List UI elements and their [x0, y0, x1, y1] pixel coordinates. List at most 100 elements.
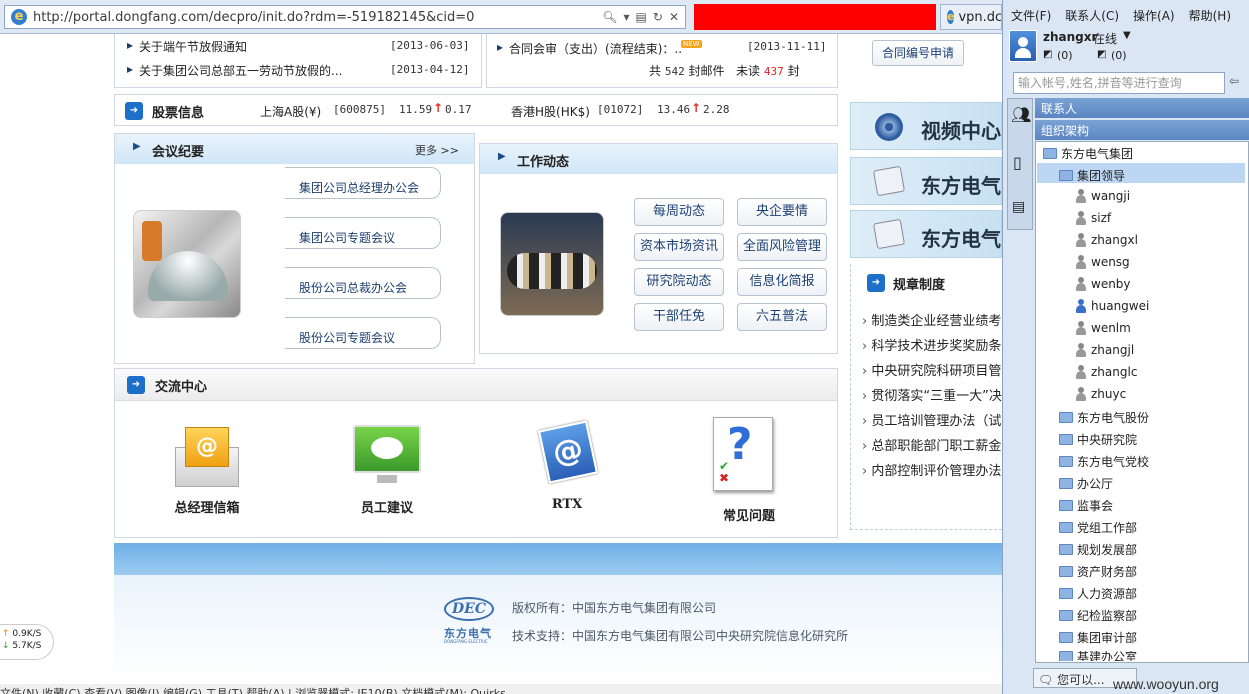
notice-date: [2013-04-12] — [390, 63, 470, 76]
exchange-label[interactable]: 常见问题 — [697, 505, 801, 524]
monitor-chat-icon[interactable] — [353, 425, 421, 487]
tab-meeting-3[interactable]: 股份公司专题会议 — [285, 317, 441, 349]
work-button-7[interactable]: 六五普法 — [737, 303, 827, 331]
browser-toolbar: e http://portal.dongfang.com/decpro/init… — [0, 0, 1002, 34]
work-button-0[interactable]: 每周动态 — [634, 198, 724, 226]
tree-person[interactable]: zhangxl — [1075, 233, 1138, 247]
tree-person-online[interactable]: huangwei — [1075, 299, 1149, 313]
group-tab-icon[interactable]: ▤ — [1012, 199, 1025, 215]
stock-h-label: 香港H股(HK$) — [511, 105, 590, 119]
tree-person[interactable]: wensg — [1075, 255, 1130, 269]
exchange-label[interactable]: 员工建议 — [335, 497, 439, 516]
work-button-6[interactable]: 干部任免 — [634, 303, 724, 331]
search-arrow-icon[interactable]: ⇦ — [1229, 74, 1239, 88]
avatar[interactable] — [1009, 30, 1037, 62]
tree-group[interactable]: 人力资源部 — [1059, 585, 1137, 602]
work-button-4[interactable]: 研究院动态 — [634, 268, 724, 296]
chevron-down-icon[interactable]: ▾ — [624, 10, 630, 24]
tab-meeting-1[interactable]: 集团公司专题会议 — [285, 217, 441, 249]
notice-date: [2013-06-03] — [390, 39, 470, 52]
mail-item[interactable]: ▸ 合同会审（支出）(流程结束)：.. — [497, 40, 682, 57]
tree-group[interactable]: 东方电气股份 — [1059, 409, 1149, 426]
tree-group[interactable]: 规划发展部 — [1059, 541, 1137, 558]
rule-link[interactable]: 总部职能部门职工薪金管 — [862, 435, 1002, 454]
tree-group[interactable]: 中央研究院 — [1059, 431, 1137, 448]
work-button-1[interactable]: 央企要情 — [737, 198, 827, 226]
browser-tab-vpn[interactable]: e vpn.dc — [940, 4, 1002, 30]
online-status[interactable]: 在线 — [1093, 30, 1117, 47]
work-button-5[interactable]: 信息化简报 — [737, 268, 827, 296]
rtx-icon[interactable]: @ — [537, 419, 599, 485]
rule-link[interactable]: 员工培训管理办法（试行 — [862, 410, 1002, 429]
tree-person[interactable]: zhanglc — [1075, 365, 1137, 379]
tree-group[interactable]: 集团审计部 — [1059, 629, 1137, 646]
contract-number-button[interactable]: 合同编号申请 — [872, 40, 964, 66]
tree-group[interactable]: 党组工作部 — [1059, 519, 1137, 536]
tree-person[interactable]: zhuyc — [1075, 387, 1126, 401]
address-bar[interactable]: e http://portal.dongfang.com/decpro/init… — [4, 5, 686, 29]
speed-widget[interactable]: ↑ 0.9K/S ↓ 5.7K/S — [0, 624, 54, 660]
search-icon[interactable]: 🔍︎ — [602, 10, 617, 24]
url-text[interactable]: http://portal.dongfang.com/decpro/init.d… — [33, 10, 474, 25]
redacted-tab[interactable] — [694, 4, 936, 30]
mobile-tab-icon[interactable]: ▯ — [1013, 153, 1022, 172]
compat-icon[interactable]: ▤ — [636, 10, 647, 24]
tree-person[interactable]: sizf — [1075, 211, 1111, 225]
work-button-3[interactable]: 全面风险管理 — [737, 233, 827, 261]
rule-link[interactable]: 科学技术进步奖奖励条例 — [862, 335, 1002, 354]
mail-unread: 437 — [763, 65, 784, 78]
up-arrow-icon: ↑ — [691, 101, 702, 115]
tree-group[interactable]: 资产财务部 — [1059, 563, 1137, 580]
side-tabs: 👥︎ ▯ ▤ — [1007, 98, 1033, 230]
org-header[interactable]: 组织架构 — [1035, 120, 1249, 140]
notice-title[interactable]: 关于集团公司总部五一劳动节放假的... — [139, 62, 342, 79]
question-doc-icon[interactable]: ? ✔ ✖ — [713, 417, 773, 493]
notice-item[interactable]: ▸ 关于端午节放假通知 — [127, 38, 247, 55]
message-count: (0) — [1057, 49, 1073, 62]
video-center-banner[interactable]: 视频中心 — [850, 102, 1002, 150]
work-button-2[interactable]: 资本市场资讯 — [634, 233, 724, 261]
mail-summary-label: 封 — [787, 64, 800, 78]
more-link[interactable]: 更多 >> — [415, 142, 459, 158]
tree-root[interactable]: 东方电气集团 — [1043, 145, 1133, 162]
stop-icon[interactable]: ✕ — [669, 10, 679, 24]
tree-person[interactable]: wangji — [1075, 189, 1130, 203]
contacts-header[interactable]: 联系人 — [1035, 98, 1249, 118]
menu-file[interactable]: 文件(F) — [1011, 7, 1051, 24]
tab-meeting-0[interactable]: 集团公司总经理办公会 — [285, 167, 441, 199]
menu-help[interactable]: 帮助(H) — [1189, 7, 1231, 24]
tree-group[interactable]: 东方电气党校 — [1059, 453, 1149, 470]
rule-link[interactable]: 制造类企业经营业绩考核 — [862, 310, 1002, 329]
exchange-label[interactable]: 总经理信箱 — [155, 497, 259, 516]
upload-speed: 0.9K/S — [12, 629, 42, 639]
mail-panel: ▸ 合同会审（支出）(流程结束)：.. NEW [2013-11-11] 共 54… — [486, 34, 838, 88]
download-arrow-icon: ↓ — [2, 641, 10, 651]
menu-actions[interactable]: 操作(A) — [1133, 7, 1175, 24]
notice-item[interactable]: ▸ 关于集团公司总部五一劳动节放假的... — [127, 62, 342, 79]
envelope-icon[interactable]: @ — [175, 427, 239, 487]
tree-group[interactable]: 监事会 — [1059, 497, 1113, 514]
chevron-down-icon[interactable]: ▼ — [1123, 30, 1131, 41]
rule-link[interactable]: 中央研究院科研项目管理 — [862, 360, 1002, 379]
rule-link[interactable]: 贯彻落实“三重一大”决 — [862, 385, 1002, 404]
menu-contacts[interactable]: 联系人(C) — [1065, 7, 1119, 24]
exchange-label[interactable]: RTX — [515, 497, 619, 512]
dongfang-banner-1[interactable]: 东方电气 — [850, 157, 1002, 205]
tree-person[interactable]: wenby — [1075, 277, 1131, 291]
message-icon[interactable]: ◩ — [1043, 49, 1052, 60]
tree-group-selected[interactable]: 集团领导 — [1059, 167, 1125, 184]
refresh-icon[interactable]: ↻ — [653, 10, 663, 24]
contacts-tab-icon[interactable]: 👥︎ — [1011, 105, 1031, 124]
tree-group[interactable]: 办公厅 — [1059, 475, 1113, 492]
notice-title[interactable]: 关于端午节放假通知 — [139, 38, 247, 55]
notice-icon[interactable]: ◩ — [1097, 49, 1106, 60]
tab-meeting-2[interactable]: 股份公司总裁办公会 — [285, 267, 441, 299]
rule-link[interactable]: 内部控制评价管理办法 — [862, 460, 1002, 479]
tree-group[interactable]: 基建办公室 — [1059, 651, 1137, 661]
mail-title[interactable]: 合同会审（支出）(流程结束)：.. — [509, 40, 682, 57]
dongfang-banner-2[interactable]: 东方电气 — [850, 210, 1002, 258]
tree-person[interactable]: wenlm — [1075, 321, 1131, 335]
tree-group[interactable]: 纪检监察部 — [1059, 607, 1137, 624]
tree-person[interactable]: zhangjl — [1075, 343, 1134, 357]
contact-search-input[interactable]: 输入帐号,姓名,拼音等进行查询 — [1013, 72, 1225, 94]
